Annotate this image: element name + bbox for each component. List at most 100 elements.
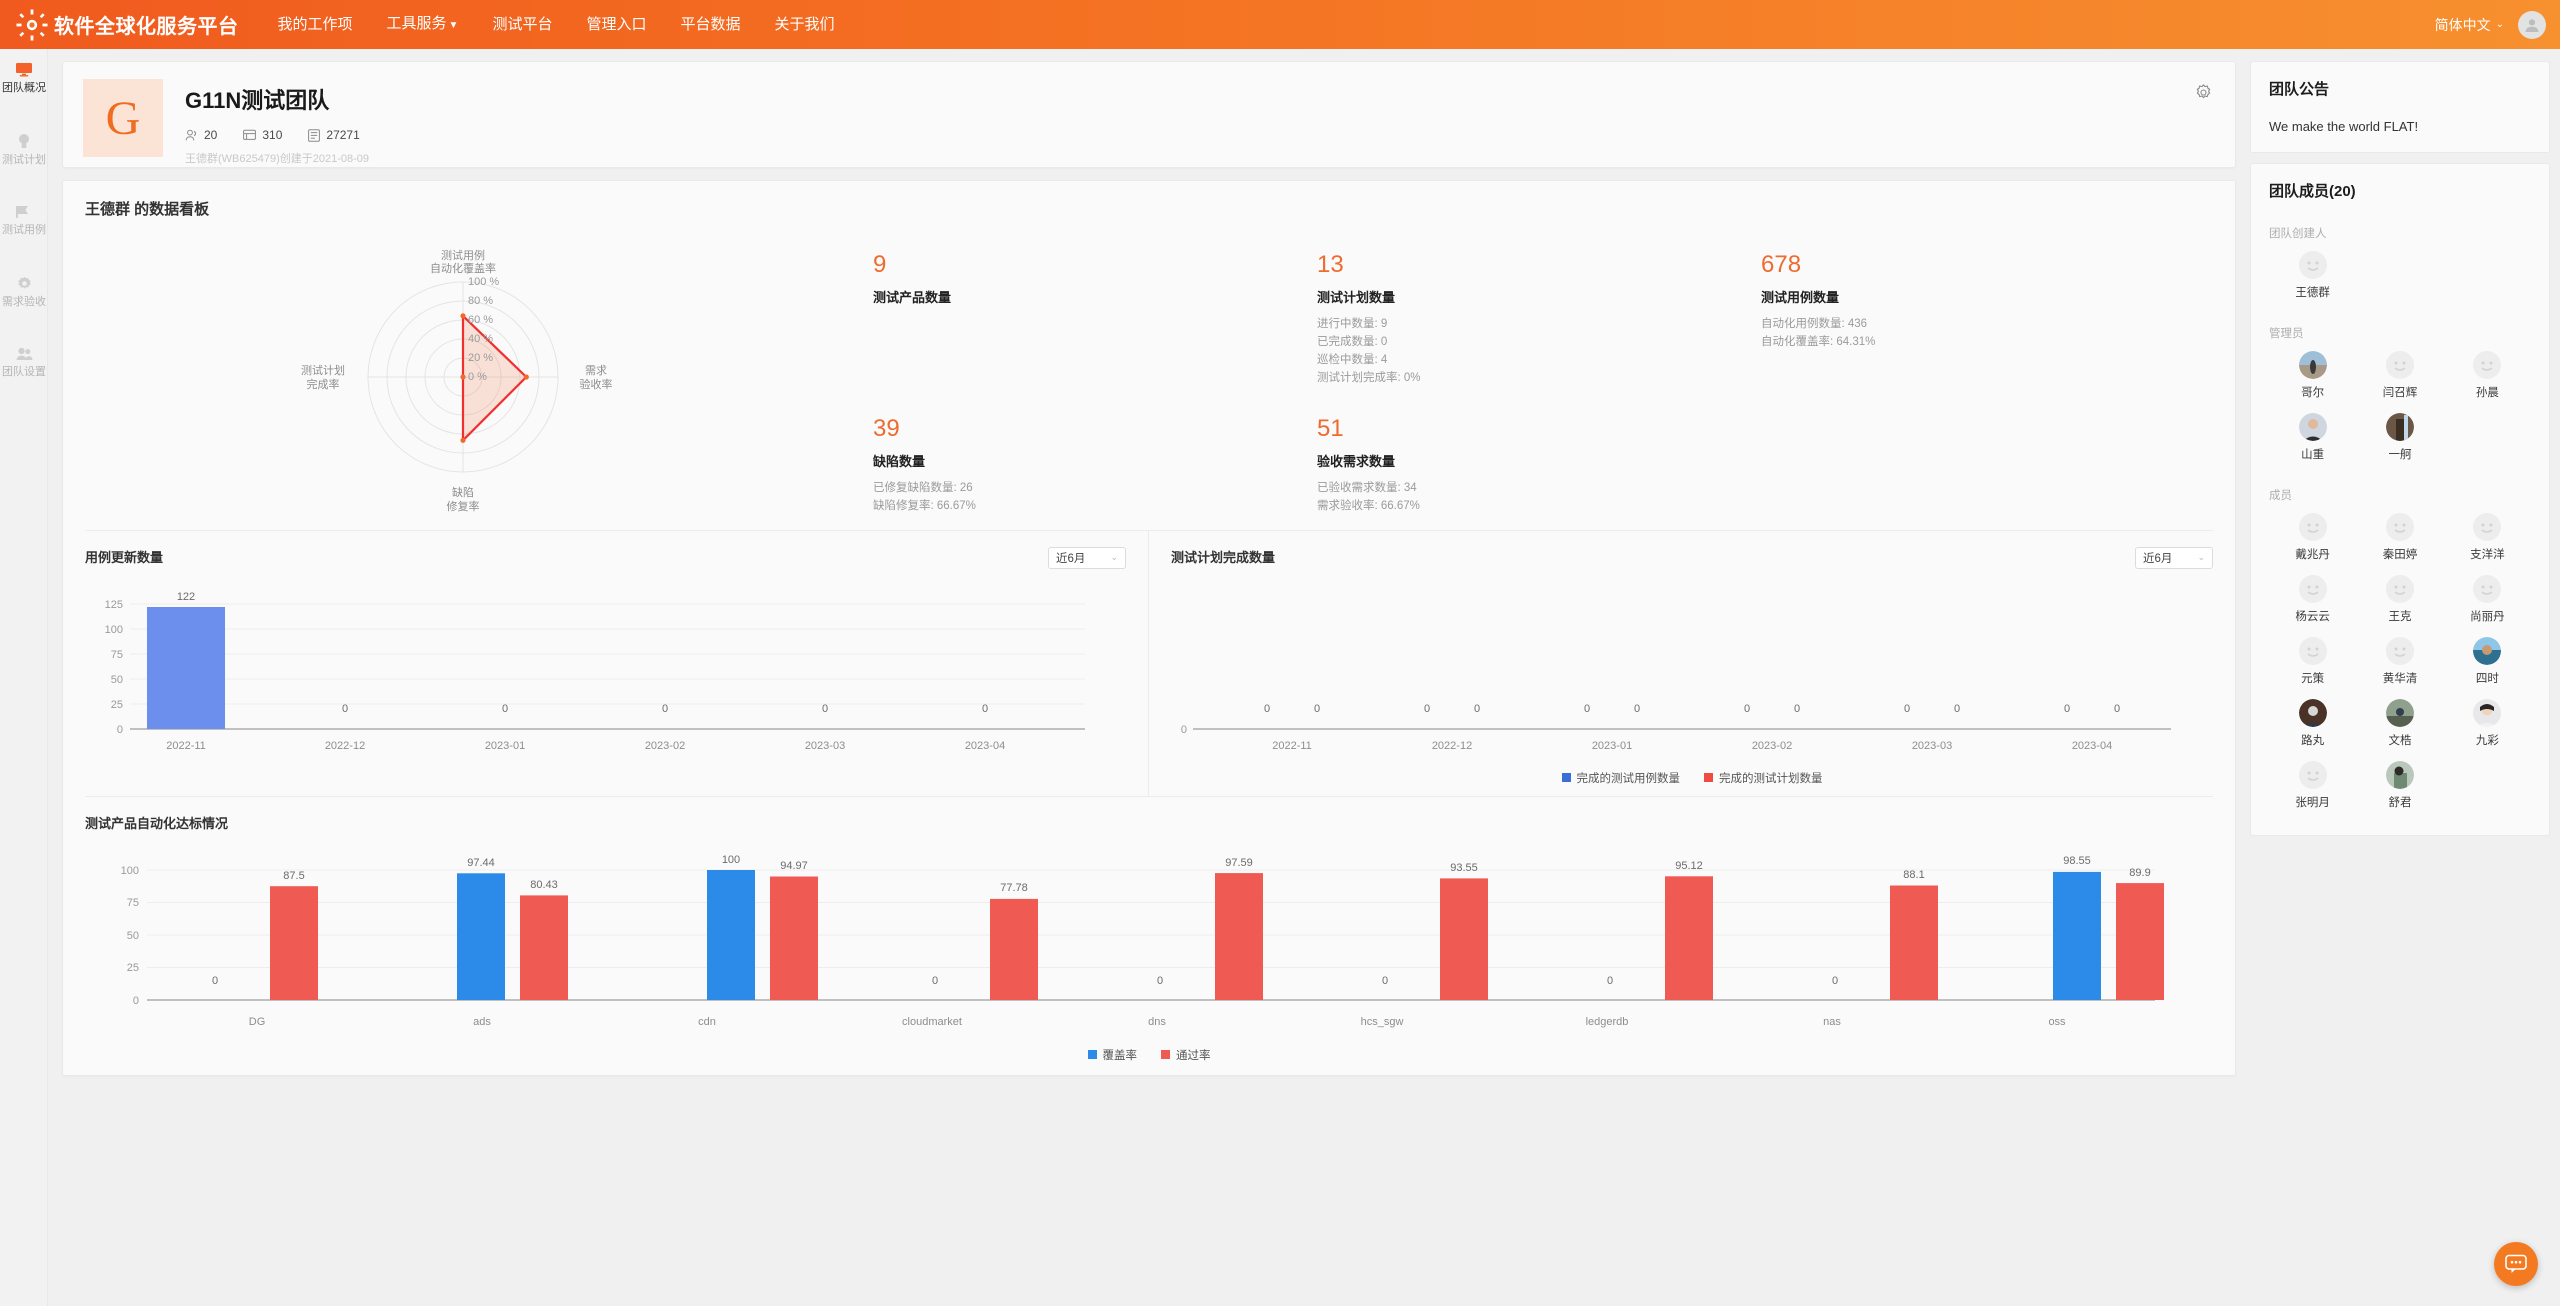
nav-item-tools[interactable]: 工具服务 ▼ — [370, 0, 476, 50]
legend-item-completed-plans[interactable]: 完成的测试计划数量 — [1704, 770, 1823, 786]
chart-legend: 完成的测试用例数量 完成的测试计划数量 — [1171, 770, 2213, 786]
legend-item-completed-cases[interactable]: 完成的测试用例数量 — [1561, 770, 1680, 786]
svg-text:2023-01: 2023-01 — [485, 740, 525, 752]
svg-text:75: 75 — [127, 897, 139, 909]
radar-chart: 100 % 80 % 60 % 40 % 20 % 0 % 测试用例 自动化覆盖… — [63, 227, 873, 513]
people-icon — [16, 347, 32, 360]
nav-item-label: 管理入口 — [586, 16, 647, 33]
avatar — [2298, 351, 2327, 379]
kpi-test-cases: 678 测试用例数量 自动化用例数量: 436 自动化覆盖率: 64.31% — [1761, 251, 2205, 388]
top-navbar: 软件全球化服务平台 我的工作项 工具服务 ▼ 测试平台 管理入口 平台数据 关于我… — [0, 0, 2560, 49]
member-name: 哥尔 — [2301, 387, 2325, 399]
svg-text:2022-11: 2022-11 — [1272, 740, 1312, 752]
list-item[interactable]: 尚丽丹 — [2444, 575, 2531, 625]
nav-item-test-platform[interactable]: 测试平台 — [475, 0, 569, 49]
list-item[interactable]: 秦田婷 — [2356, 513, 2443, 563]
avatar — [2298, 575, 2327, 603]
list-item[interactable]: 九彩 — [2444, 699, 2531, 749]
announcement-panel: 团队公告 We make the world FLAT! — [2250, 61, 2550, 153]
list-item[interactable]: 一舸 — [2356, 413, 2443, 463]
nav-item-my-work[interactable]: 我的工作项 — [261, 0, 370, 49]
team-stat-value: 310 — [262, 128, 283, 142]
sidebar-item-team-overview[interactable]: 团队概况 — [0, 49, 48, 105]
svg-text:0: 0 — [822, 703, 828, 715]
member-name: 尚丽丹 — [2470, 611, 2505, 623]
kpi-value: 9 — [873, 251, 887, 278]
list-item[interactable]: 杨云云 — [2269, 575, 2356, 625]
list-item[interactable]: 王克 — [2356, 575, 2443, 625]
avatar — [2473, 637, 2502, 665]
sidebar-item-test-plan[interactable]: 测试计划 — [0, 119, 48, 177]
nav-item-label: 工具服务 — [386, 15, 447, 32]
svg-text:100: 100 — [121, 865, 139, 877]
kpi-label: 测试产品数量 — [873, 290, 952, 306]
sidebar-item-test-case[interactable]: 测试用例 — [0, 191, 48, 247]
nav-item-platform-data[interactable]: 平台数据 — [663, 0, 757, 49]
member-name: 张明月 — [2295, 797, 2330, 809]
chart-header: 用例更新数量 近6月 ⌄ — [85, 546, 1126, 569]
svg-text:0: 0 — [1314, 703, 1320, 715]
list-item[interactable]: 王德群 — [2269, 251, 2356, 301]
svg-text:0: 0 — [1794, 703, 1800, 715]
kpi-sublist: 已验收需求数量: 34 需求验收率: 66.67% — [1317, 480, 1761, 516]
chat-support-button[interactable] — [2494, 1242, 2538, 1286]
nav-item-about-us[interactable]: 关于我们 — [757, 0, 851, 49]
list-item[interactable]: 舒君 — [2356, 761, 2443, 811]
plan-complete-bar-chart: 0 0 0 0 0 0 0 0 0 0 0 0 0 2022-11 2022-1… — [1181, 703, 2171, 752]
list-item[interactable]: 孙晨 — [2444, 351, 2531, 401]
legend-label: 覆盖率 — [1102, 1049, 1138, 1062]
legend-swatch-icon — [1561, 773, 1571, 783]
avatar[interactable] — [2518, 10, 2546, 39]
brand-title: 软件全球化服务平台 — [54, 16, 239, 38]
svg-text:0: 0 — [117, 724, 123, 736]
list-item[interactable]: 文梏 — [2356, 699, 2443, 749]
svg-text:0: 0 — [1382, 975, 1388, 987]
sidebar-item-team-settings[interactable]: 团队设置 — [0, 333, 48, 389]
legend-swatch-icon — [1161, 1050, 1170, 1060]
list-item[interactable]: 张明月 — [2269, 761, 2356, 811]
nav-item-admin[interactable]: 管理入口 — [569, 0, 663, 49]
list-item[interactable]: 元策 — [2269, 637, 2356, 687]
language-switcher[interactable]: 简体中文 ⌄ — [2435, 15, 2504, 35]
member-name: 舒君 — [2388, 797, 2412, 809]
svg-text:2023-03: 2023-03 — [805, 740, 845, 752]
group-label-creator: 团队创建人 — [2269, 228, 2327, 240]
list-item[interactable]: 哥尔 — [2269, 351, 2356, 401]
svg-text:0: 0 — [1157, 975, 1163, 987]
list-item[interactable]: 黄华清 — [2356, 637, 2443, 687]
list-item[interactable]: 闫召辉 — [2356, 351, 2443, 401]
svg-text:2023-04: 2023-04 — [2072, 740, 2112, 752]
svg-text:88.1: 88.1 — [1903, 869, 1924, 881]
svg-text:hcs_sgw: hcs_sgw — [1361, 1016, 1404, 1028]
member-name: 杨云云 — [2295, 611, 2330, 623]
avatar — [2385, 513, 2414, 541]
list-item[interactable]: 路丸 — [2269, 699, 2356, 749]
time-range-select[interactable]: 近6月 ⌄ — [2135, 546, 2213, 569]
svg-text:缺陷: 缺陷 — [452, 485, 474, 499]
svg-text:0: 0 — [1832, 975, 1838, 987]
member-name: 九彩 — [2475, 735, 2499, 747]
svg-text:25: 25 — [127, 962, 139, 974]
list-item[interactable]: 戴兆丹 — [2269, 513, 2356, 563]
team-created-info: 王德群(WB625479)创建于2021-08-09 — [185, 153, 370, 165]
svg-text:50: 50 — [127, 930, 139, 942]
svg-text:77.78: 77.78 — [1000, 882, 1028, 894]
list-item[interactable]: 山重 — [2269, 413, 2356, 463]
nav-item-label: 平台数据 — [680, 16, 741, 33]
legend-item-passrate[interactable]: 通过率 — [1161, 1047, 1211, 1063]
member-name: 路丸 — [2301, 735, 2325, 747]
svg-text:95.12: 95.12 — [1675, 860, 1703, 872]
kpi-sub-item: 已修复缺陷数量: 26 — [873, 482, 973, 495]
kpi-sublist: 进行中数量: 9 已完成数量: 0 巡检中数量: 4 测试计划完成率: 0% — [1317, 316, 1761, 387]
team-settings-button[interactable] — [2195, 84, 2212, 106]
sidebar-item-requirement-acceptance[interactable]: 需求验收 — [0, 262, 48, 319]
list-item[interactable]: 支洋洋 — [2444, 513, 2531, 563]
user-icon — [2525, 18, 2539, 32]
avatar — [2473, 699, 2502, 727]
svg-text:0: 0 — [1584, 703, 1590, 715]
list-item[interactable]: 四时 — [2444, 637, 2531, 687]
kpi-test-products: 9 测试产品数量 — [873, 251, 1317, 388]
time-range-select[interactable]: 近6月 ⌄ — [1048, 546, 1126, 569]
legend-item-coverage[interactable]: 覆盖率 — [1087, 1047, 1138, 1063]
svg-text:0: 0 — [1904, 703, 1910, 715]
